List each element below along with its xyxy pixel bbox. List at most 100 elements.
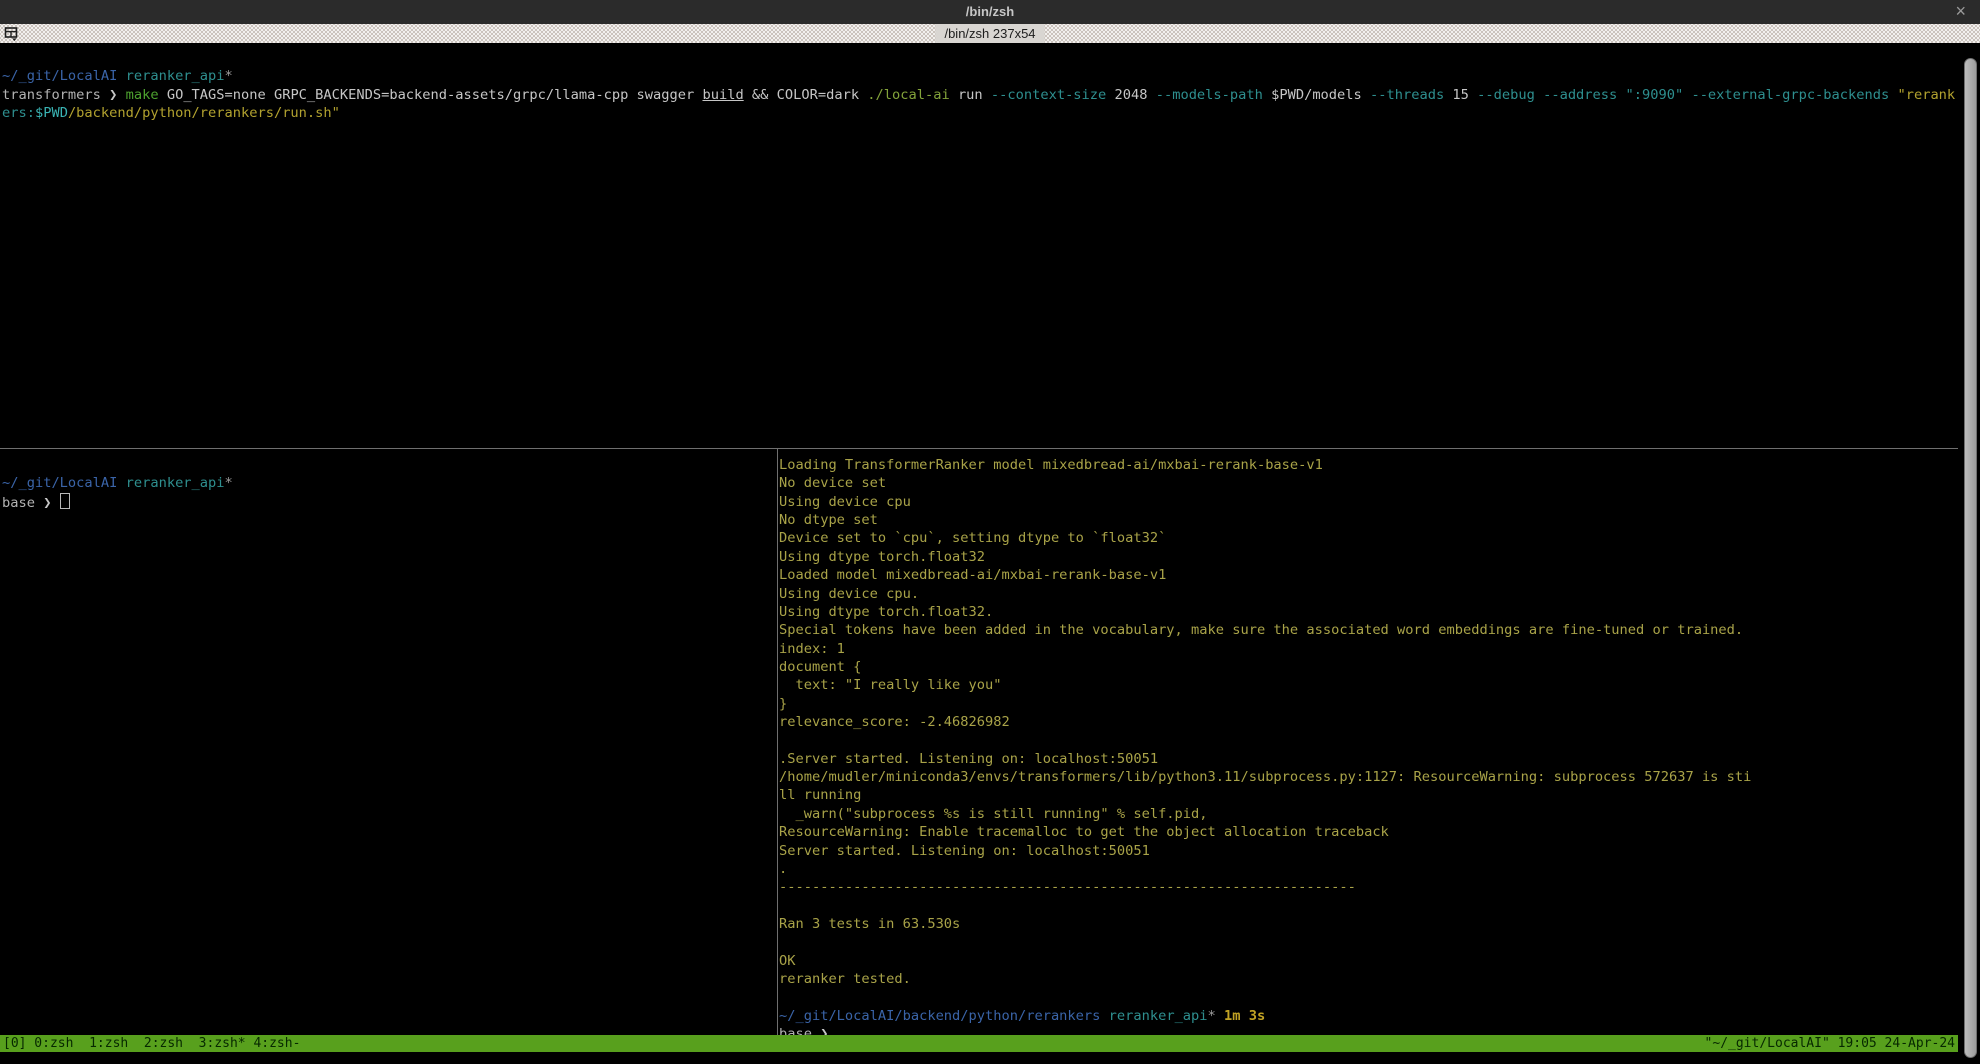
text-segment xyxy=(117,68,125,84)
terminal-line: relevance_score: -2.46826982 xyxy=(779,713,1958,731)
terminal-line xyxy=(2,456,776,474)
text-segment xyxy=(1216,1008,1224,1024)
text-segment: OK xyxy=(779,953,795,969)
text-segment: * xyxy=(225,68,233,84)
terminal-line: Using device cpu. xyxy=(779,585,1958,603)
terminal-line: ll running xyxy=(779,786,1958,804)
text-segment: build xyxy=(702,87,743,103)
text-segment: /home/mudler/miniconda3/envs/transformer… xyxy=(779,769,1751,785)
text-segment: Server started. Listening on: localhost:… xyxy=(779,843,1150,859)
text-segment: ❯ xyxy=(820,1026,828,1035)
text-segment: 1m 3s xyxy=(1224,1008,1265,1024)
wm-resize-bar: /bin/zsh 237x54 xyxy=(0,24,1980,43)
wm-size-label: /bin/zsh 237x54 xyxy=(935,24,1044,43)
terminal-line: .Server started. Listening on: localhost… xyxy=(779,750,1958,768)
tmux-status-right: "~/_git/LocalAI" 19:05 24-Apr-24 xyxy=(1705,1035,1955,1052)
text-segment: /backend/python/rerankers/run.sh" xyxy=(68,105,340,121)
terminal-line: ----------------------------------------… xyxy=(779,878,1958,896)
terminal-line: Special tokens have been added in the vo… xyxy=(779,621,1958,639)
text-segment: Loaded model mixedbread-ai/mxbai-rerank-… xyxy=(779,567,1166,583)
text-segment: ❯ xyxy=(43,495,59,511)
terminal-line xyxy=(779,933,1958,951)
terminal-line: ~/_git/LocalAI/backend/python/rerankers … xyxy=(779,1007,1958,1025)
text-segment: make xyxy=(126,87,159,103)
close-icon[interactable]: × xyxy=(1955,0,1966,24)
text-segment: Loading TransformerRanker model mixedbre… xyxy=(779,457,1323,473)
text-segment: ./local-ai xyxy=(867,87,949,103)
text-segment: Using device cpu xyxy=(779,494,911,510)
text-segment: No dtype set xyxy=(779,512,878,528)
text-segment: --models-path xyxy=(1156,87,1263,103)
text-segment: Using device cpu. xyxy=(779,586,919,602)
scrollbar-track[interactable] xyxy=(1959,43,1980,1064)
text-segment: text: "I really like you" xyxy=(779,677,1002,693)
tmux-pane-border-vertical[interactable] xyxy=(777,449,778,1035)
terminal-line: ~/_git/LocalAI reranker_api* xyxy=(2,474,776,492)
text-segment: reranker_api xyxy=(126,68,225,84)
text-segment: No device set xyxy=(779,475,886,491)
terminal-line: document { xyxy=(779,658,1958,676)
tmux-status-bar: [0] 0:zsh 1:zsh 2:zsh 3:zsh* 4:zsh- "~/_… xyxy=(0,1035,1958,1052)
text-segment: ers: xyxy=(2,105,35,121)
text-segment: ❯ xyxy=(109,87,125,103)
text-segment: Using dtype torch.float32 xyxy=(779,549,985,565)
terminal-line: ResourceWarning: Enable tracemalloc to g… xyxy=(779,823,1958,841)
tmux-pane-bottom-left[interactable]: ~/_git/LocalAI reranker_api*base ❯ xyxy=(0,449,776,1035)
terminal-line: Ran 3 tests in 63.530s xyxy=(779,915,1958,933)
terminal-line xyxy=(779,988,1958,1006)
window-titlebar: /bin/zsh × xyxy=(0,0,1980,24)
text-segment: _warn("subprocess %s is still running" %… xyxy=(779,806,1208,822)
terminal-line: _warn("subprocess %s is still running" %… xyxy=(779,805,1958,823)
terminal-line: OK xyxy=(779,952,1958,970)
terminal-line xyxy=(2,49,1958,67)
text-segment: Using dtype torch.float32. xyxy=(779,604,993,620)
text-segment: ~/_git/LocalAI xyxy=(2,68,117,84)
text-segment: --context-size xyxy=(991,87,1106,103)
text-segment: * xyxy=(225,475,233,491)
text-segment: base xyxy=(779,1026,820,1035)
terminal-line: ~/_git/LocalAI reranker_api* xyxy=(2,67,1958,85)
text-segment: ----------------------------------------… xyxy=(779,879,1356,895)
text-segment: --threads xyxy=(1370,87,1444,103)
text-segment: && COLOR=dark xyxy=(744,87,868,103)
text-segment: index: 1 xyxy=(779,641,845,657)
text-segment: reranker_api xyxy=(126,475,225,491)
text-segment: reranker tested. xyxy=(779,971,911,987)
terminal-line: Using dtype torch.float32 xyxy=(779,548,1958,566)
text-segment: ":9090" xyxy=(1626,87,1684,103)
terminal-line: transformers ❯ make GO_TAGS=none GRPC_BA… xyxy=(2,86,1958,104)
text-segment: ~/_git/LocalAI/backend/python/rerankers xyxy=(779,1008,1100,1024)
text-segment: } xyxy=(779,696,787,712)
text-segment: base xyxy=(2,495,43,511)
text-segment: 2048 xyxy=(1106,87,1155,103)
terminal-cursor xyxy=(60,493,70,509)
terminal-line: ers:$PWD/backend/python/rerankers/run.sh… xyxy=(2,104,1958,122)
terminal-line: Server started. Listening on: localhost:… xyxy=(779,842,1958,860)
terminal-line: base ❯ xyxy=(2,493,776,511)
text-segment: Special tokens have been added in the vo… xyxy=(779,622,1743,638)
text-segment: "rerank xyxy=(1897,87,1955,103)
terminal-line: No dtype set xyxy=(779,511,1958,529)
terminal-line: Loaded model mixedbread-ai/mxbai-rerank-… xyxy=(779,566,1958,584)
text-segment: * xyxy=(1208,1008,1216,1024)
tmux-window-list[interactable]: [0] 0:zsh 1:zsh 2:zsh 3:zsh* 4:zsh- xyxy=(3,1035,300,1052)
text-segment: ResourceWarning: Enable tracemalloc to g… xyxy=(779,824,1389,840)
terminal-line: . xyxy=(779,860,1958,878)
terminal-line xyxy=(779,897,1958,915)
terminal-line: text: "I really like you" xyxy=(779,676,1958,694)
text-segment: reranker_api xyxy=(1109,1008,1208,1024)
tmux-pane-bottom-right[interactable]: Loading TransformerRanker model mixedbre… xyxy=(779,449,1958,1035)
text-segment: .Server started. Listening on: localhost… xyxy=(779,751,1158,767)
text-segment: Ran 3 tests in 63.530s xyxy=(779,916,960,932)
terminal-screen[interactable]: ~/_git/LocalAI reranker_api*transformers… xyxy=(0,43,1980,1064)
text-segment: . xyxy=(779,861,787,877)
text-segment xyxy=(1617,87,1625,103)
text-segment: relevance_score: -2.46826982 xyxy=(779,714,1010,730)
scrollbar-thumb[interactable] xyxy=(1964,58,1977,1058)
tmux-pane-top[interactable]: ~/_git/LocalAI reranker_api*transformers… xyxy=(0,43,1958,448)
terminal-line: reranker tested. xyxy=(779,970,1958,988)
terminal-line: Using dtype torch.float32. xyxy=(779,603,1958,621)
text-segment: $PWD xyxy=(35,105,68,121)
terminal-line: base ❯ xyxy=(779,1025,1958,1035)
terminal-line: Loading TransformerRanker model mixedbre… xyxy=(779,456,1958,474)
